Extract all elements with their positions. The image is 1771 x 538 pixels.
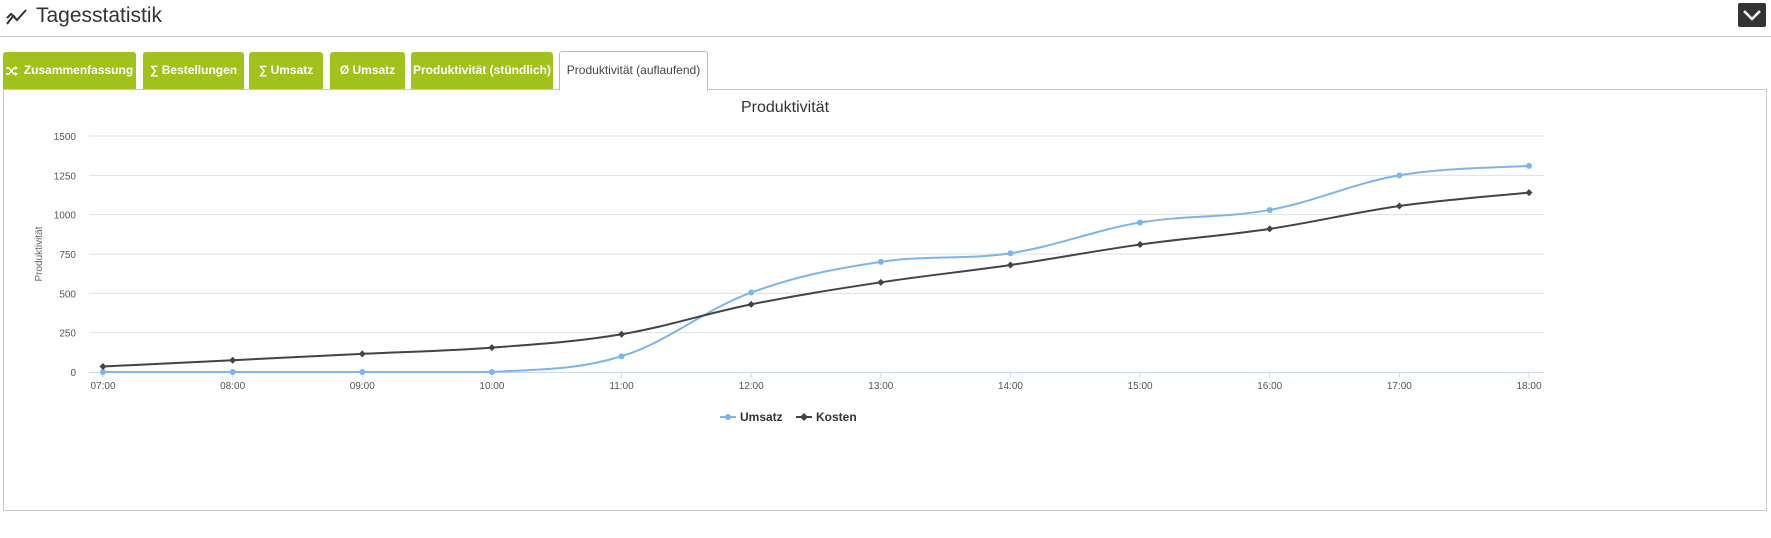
legend-marker-kosten: [800, 413, 808, 421]
data-point-kosten: [618, 330, 626, 338]
data-point-umsatz: [618, 353, 625, 360]
data-point-kosten: [1395, 202, 1403, 210]
x-tick-label: 17:00: [1387, 381, 1412, 392]
x-tick-label: 14:00: [998, 381, 1023, 392]
y-axis-label: Produktivität: [34, 226, 45, 281]
data-point-umsatz: [1137, 219, 1144, 226]
productivity-chart: Produktivität 0 250 500 750 1000 1250 1500 07:00…: [34, 99, 1544, 424]
tab-label: ∑ Bestellungen: [149, 63, 238, 77]
data-point-kosten: [1266, 225, 1274, 233]
data-point-umsatz: [1007, 250, 1014, 257]
series-line-umsatz: [102, 164, 1530, 374]
y-tick-label: 250: [59, 329, 76, 340]
data-point-kosten: [1006, 261, 1014, 269]
chart-panel: Produktivität 0 250 500 750 1000 1250 1500 07:00…: [3, 89, 1767, 511]
tab-zusammenfassung[interactable]: Zusammenfassung: [3, 52, 136, 89]
data-point-umsatz: [1526, 162, 1532, 169]
x-tick-label: 11:00: [609, 381, 634, 392]
data-point-umsatz: [877, 258, 884, 265]
header-bar: Tagesstatistik: [0, 0, 1771, 37]
data-point-kosten: [229, 356, 237, 364]
x-tick-label: 08:00: [220, 381, 245, 392]
page-title: Tagesstatistik: [36, 4, 163, 27]
collapse-button[interactable]: [1738, 3, 1766, 27]
tab-umsatz-summe[interactable]: ∑ Umsatz: [249, 52, 323, 89]
y-tick-label: 500: [59, 289, 76, 300]
shuffle-icon: [5, 65, 18, 76]
x-tick-label: 13:00: [868, 381, 893, 392]
data-point-umsatz: [488, 369, 495, 375]
tab-bestellungen[interactable]: ∑ Bestellungen: [143, 52, 244, 89]
tab-label: Produktivität (stündlich): [413, 63, 551, 77]
x-tick-label: 18:00: [1516, 381, 1541, 392]
x-tick-label: 07:00: [90, 381, 115, 392]
y-tick-label: 1000: [54, 211, 77, 222]
data-point-kosten: [1136, 241, 1144, 249]
data-point-umsatz: [359, 369, 366, 375]
x-tick-label: 12:00: [739, 381, 764, 392]
tab-label: Produktivität (auflaufend): [566, 63, 701, 77]
data-point-umsatz: [229, 369, 236, 375]
y-tick-label: 0: [70, 368, 76, 379]
x-tick-label: 09:00: [350, 381, 375, 392]
data-point-kosten: [747, 300, 755, 308]
data-point-kosten: [358, 350, 366, 358]
line-chart-icon: [6, 9, 27, 25]
series-line-kosten: [102, 191, 1530, 368]
x-tick-label: 15:00: [1128, 381, 1153, 392]
y-tick-label: 750: [59, 250, 76, 261]
legend-label-kosten: Kosten: [816, 410, 857, 424]
data-point-umsatz: [1266, 206, 1273, 213]
x-tick-label: 10:00: [479, 381, 504, 392]
data-point-umsatz: [748, 289, 755, 296]
tab-produktivitaet-stuendlich[interactable]: Produktivität (stündlich): [411, 52, 553, 89]
tab-produktivitaet-auflaufend[interactable]: Produktivität (auflaufend): [559, 51, 708, 91]
tab-label: Ø Umsatz: [339, 63, 396, 77]
chart-title: Produktivität: [741, 99, 830, 116]
tab-umsatz-durchschnitt[interactable]: Ø Umsatz: [330, 52, 405, 89]
y-tick-label: 1500: [54, 132, 77, 143]
data-point-kosten: [1525, 189, 1533, 197]
data-point-kosten: [99, 362, 107, 370]
data-point-kosten: [488, 344, 496, 352]
legend-label-umsatz: Umsatz: [740, 410, 783, 424]
tab-label: Zusammenfassung: [23, 63, 134, 77]
x-tick-label: 16:00: [1257, 381, 1282, 392]
legend-marker-umsatz: [725, 414, 731, 420]
tab-label: ∑ Umsatz: [258, 63, 314, 77]
chevron-down-icon: [1743, 10, 1761, 21]
data-point-umsatz: [1396, 172, 1403, 179]
data-point-kosten: [877, 278, 885, 286]
y-tick-label: 1250: [54, 171, 77, 182]
